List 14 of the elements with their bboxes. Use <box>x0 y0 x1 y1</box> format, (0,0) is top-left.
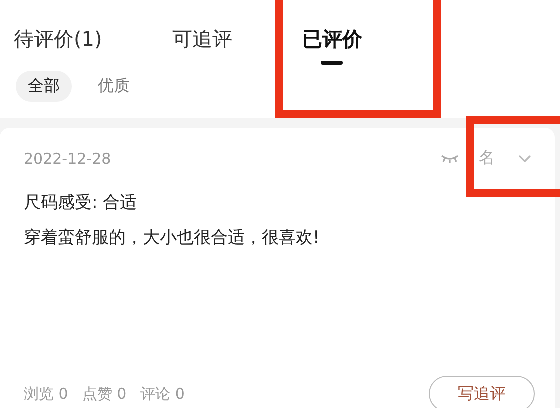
tab-indicator <box>321 61 344 65</box>
stat-count: 点赞 0 <box>82 384 127 404</box>
filter-chip[interactable]: 优质 <box>86 71 142 102</box>
review-text: 穿着蛮舒服的，大小也很合适，很喜欢! <box>24 227 321 249</box>
tab[interactable]: 可追评 <box>172 26 232 65</box>
review-text: 尺码感受: 合适 <box>24 192 138 214</box>
stat-count: 浏览 0 <box>24 384 68 404</box>
review-date: 2022-12-28 <box>24 150 112 168</box>
tab[interactable]: 已评价 <box>302 26 362 65</box>
filter-chip[interactable]: 全部 <box>16 71 72 102</box>
follow-up-review-button[interactable]: 写追评 <box>429 376 535 408</box>
tab[interactable]: 待评价(1) <box>14 26 102 65</box>
closed-eye-icon <box>441 154 459 164</box>
stat-count: 评论 0 <box>140 384 185 404</box>
